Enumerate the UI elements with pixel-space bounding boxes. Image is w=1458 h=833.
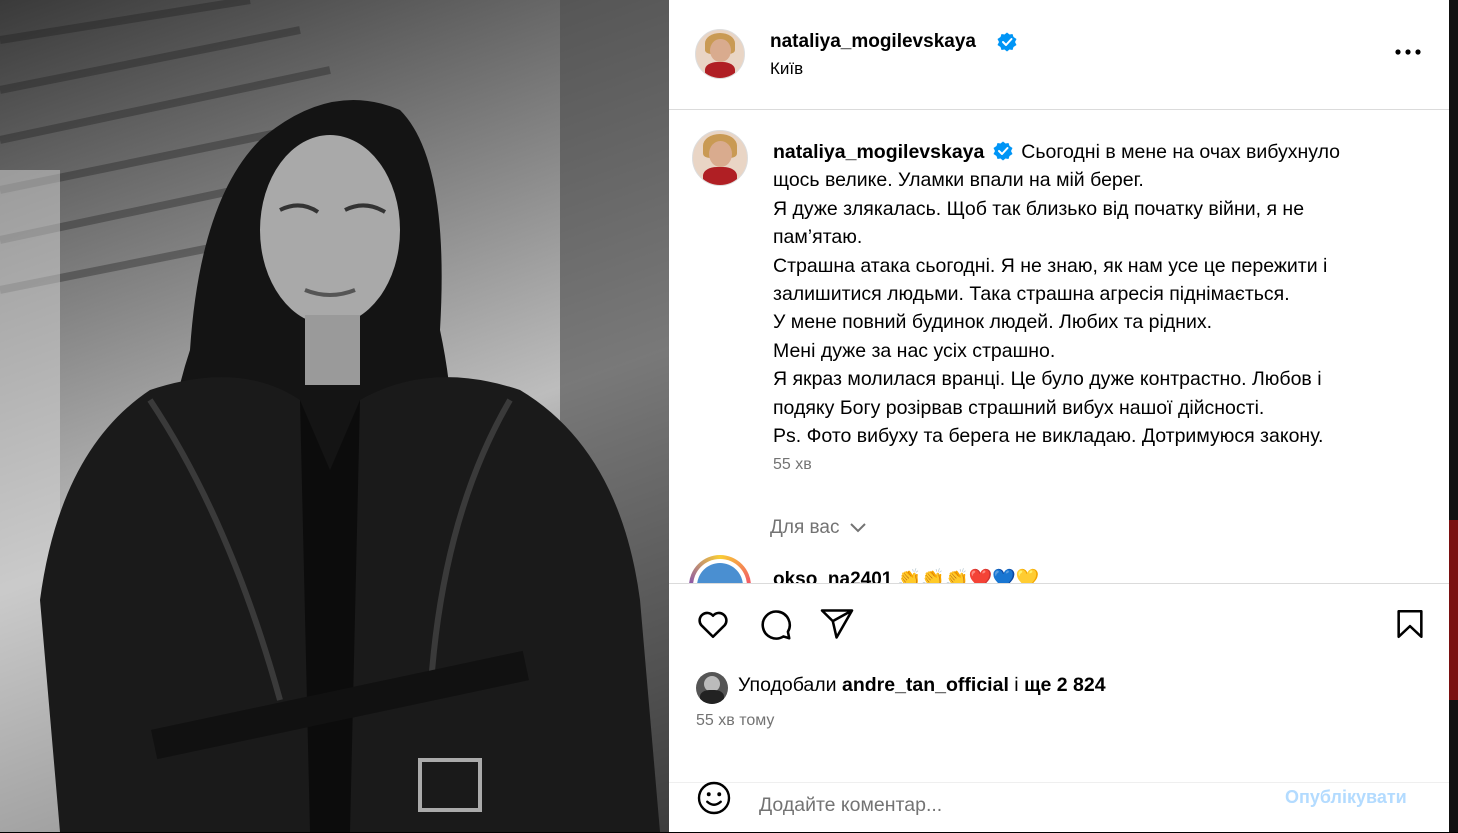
caption-text-line: Я якраз молилася вранці. Це було дуже ко…: [773, 368, 1322, 391]
caption-text-line: пам’ятаю.: [773, 226, 863, 249]
caption-text-line: Мені дуже за нас усіх страшно.: [773, 339, 1056, 362]
more-options-icon[interactable]: [1394, 40, 1422, 64]
comment-input[interactable]: [757, 787, 1261, 823]
caption-author-avatar[interactable]: [692, 130, 748, 186]
publish-comment-button[interactable]: Опублікувати: [1285, 787, 1407, 808]
share-icon[interactable]: [819, 606, 855, 642]
caption-text-line: щось велике. Уламки впали на мій берег.: [773, 169, 1144, 192]
chevron-down-icon: [850, 523, 866, 533]
commenter-avatar[interactable]: [689, 555, 751, 583]
verified-badge-icon: [993, 141, 1013, 161]
for-you-toggle[interactable]: Для вас: [770, 517, 867, 539]
caption-username[interactable]: nataliya_mogilevskaya: [773, 141, 984, 163]
caption-text-line: У мене повний будинок людей. Любих та рі…: [773, 311, 1213, 334]
likes-middle: і: [1014, 674, 1019, 696]
caption-text-line: подяку Богу розірвав страшний вибух нашо…: [773, 396, 1265, 419]
post-location[interactable]: Київ: [770, 59, 803, 79]
author-avatar[interactable]: [695, 29, 745, 79]
caption-text-line: Я дуже злякалась. Щоб так близько від по…: [773, 197, 1305, 220]
comment-icon[interactable]: [757, 606, 793, 642]
portrait-illustration: [0, 0, 669, 832]
post-photo[interactable]: [0, 0, 669, 832]
caption-text-line: залишитися людьми. Така страшна агресія …: [773, 283, 1290, 306]
for-you-label: Для вас: [770, 517, 840, 538]
bookmark-icon[interactable]: [1393, 606, 1427, 642]
verified-badge-icon: [997, 32, 1017, 52]
likes-user[interactable]: andre_tan_official: [842, 674, 1009, 696]
post-header: nataliya_mogilevskaya Київ: [669, 0, 1449, 110]
likes-summary[interactable]: Уподобали andre_tan_official і ще 2 824: [738, 674, 1106, 697]
author-username[interactable]: nataliya_mogilevskaya: [770, 31, 976, 53]
post-timestamp[interactable]: 55 хв тому: [696, 712, 774, 730]
caption-timestamp: 55 хв: [773, 456, 812, 473]
add-comment-bar: Опублікувати: [669, 780, 1449, 833]
post-details-panel: nataliya_mogilevskaya Київ nataliya_mogi…: [669, 0, 1449, 832]
comment-preview-text: okso_na2401 👏👏👏❤️💙💛: [773, 569, 1040, 583]
heart-icon[interactable]: [695, 606, 731, 642]
comment-preview: okso_na2401 👏👏👏❤️💙💛: [689, 555, 1449, 583]
liker-avatar[interactable]: [696, 672, 728, 704]
post-caption: nataliya_mogilevskaya Сьогодні в мене на…: [773, 138, 1413, 450]
likes-prefix: Уподобали: [738, 674, 837, 696]
background-overlay-strip: [1449, 0, 1458, 832]
caption-text-line: Страшна атака сьогодні. Я не знаю, як на…: [773, 254, 1328, 277]
caption-text-line: Ps. Фото вибуху та берега не викладаю. Д…: [773, 425, 1324, 448]
emoji-icon[interactable]: [696, 780, 732, 816]
caption-text-line: Сьогодні в мене на очах вибухнуло: [1021, 141, 1341, 163]
likes-count[interactable]: ще 2 824: [1024, 674, 1106, 696]
